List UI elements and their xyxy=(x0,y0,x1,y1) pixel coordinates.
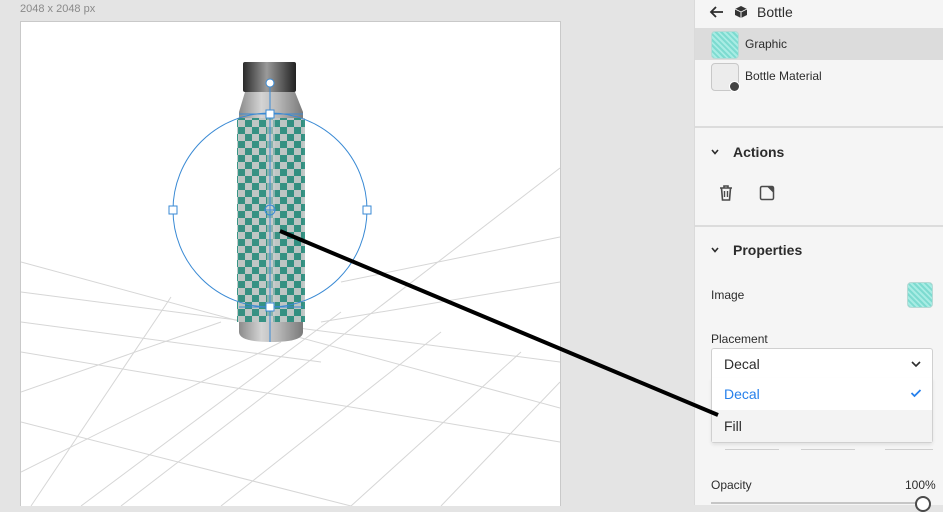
placement-dropdown[interactable]: Decal xyxy=(711,348,933,379)
gizmo-handle-top[interactable] xyxy=(265,109,275,119)
layer-item-graphic[interactable]: Graphic xyxy=(695,28,943,60)
image-label: Image xyxy=(711,288,745,302)
gizmo-rotate-handle[interactable] xyxy=(265,78,275,88)
layer-title: Bottle xyxy=(757,4,793,20)
actions-title: Actions xyxy=(733,144,785,160)
3d-canvas[interactable] xyxy=(20,21,561,506)
cube-icon xyxy=(734,6,748,18)
placement-value: Decal xyxy=(724,356,760,372)
opacity-slider-track[interactable] xyxy=(711,502,923,504)
back-arrow-icon[interactable] xyxy=(709,4,725,20)
menu-item-fill[interactable]: Fill xyxy=(712,410,932,442)
hidden-field-line xyxy=(885,449,933,450)
properties-title: Properties xyxy=(733,242,803,258)
gizmo-handle-bottom[interactable] xyxy=(265,302,275,312)
3d-scene[interactable] xyxy=(21,22,560,506)
graphic-thumbnail xyxy=(711,31,739,59)
viewport-area: 2048 x 2048 px xyxy=(0,0,694,506)
gizmo-handle-left[interactable] xyxy=(168,205,178,215)
hidden-field-line xyxy=(801,449,855,450)
hidden-field-line xyxy=(725,449,779,450)
menu-item-decal[interactable]: Decal xyxy=(712,378,932,410)
layer-item-bottle-material[interactable]: Bottle Material xyxy=(695,60,943,92)
menu-item-label: Decal xyxy=(724,386,760,402)
actions-section-header[interactable]: Actions xyxy=(695,142,943,164)
opacity-value: 100% xyxy=(905,478,936,492)
properties-section-header[interactable]: Properties xyxy=(695,240,943,262)
gizmo-handle-right[interactable] xyxy=(362,205,372,215)
placement-menu: Decal Fill xyxy=(711,378,933,443)
material-badge-icon xyxy=(729,81,740,92)
opacity-label: Opacity xyxy=(711,478,752,492)
image-swatch[interactable] xyxy=(907,282,933,308)
menu-item-label: Fill xyxy=(724,418,742,434)
opacity-slider-handle[interactable] xyxy=(915,496,931,512)
chevron-down-icon xyxy=(711,149,719,155)
trash-icon[interactable] xyxy=(716,183,736,203)
properties-panel: Bottle Graphic Bottle Material Actions P… xyxy=(694,0,943,512)
bottle-model[interactable] xyxy=(237,62,305,342)
layer-item-label: Graphic xyxy=(745,37,788,51)
placement-label: Placement xyxy=(711,332,768,346)
layer-header: Bottle xyxy=(695,0,943,26)
layer-item-label: Bottle Material xyxy=(745,69,822,83)
divider xyxy=(695,225,943,227)
material-thumbnail xyxy=(711,63,740,92)
divider xyxy=(695,126,943,128)
flip-icon[interactable] xyxy=(757,183,777,203)
chevron-down-icon xyxy=(711,247,719,253)
canvas-size-label: 2048 x 2048 px xyxy=(20,3,96,15)
checkmark-icon xyxy=(910,389,922,398)
chevron-down-icon xyxy=(911,361,921,368)
